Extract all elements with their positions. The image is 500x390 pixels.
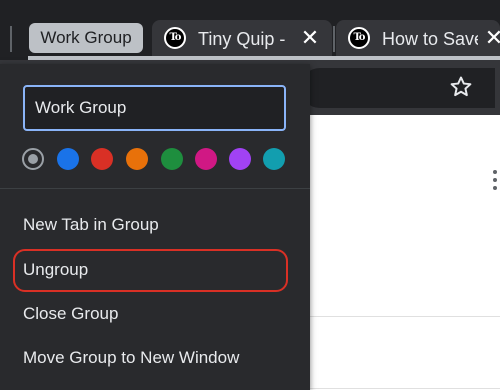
tab-strip: Work Group To Tiny Quip - ✕ To How to Sa… xyxy=(0,0,500,60)
tab-tiny-quip[interactable]: To Tiny Quip - ✕ xyxy=(152,20,332,58)
highlight-annotation xyxy=(13,249,288,292)
tab-group-chip[interactable]: Work Group xyxy=(29,23,143,53)
more-options-icon[interactable] xyxy=(493,170,499,192)
tab-separator xyxy=(10,26,12,52)
move-group-to-new-window-button[interactable]: Move Group to New Window xyxy=(0,338,310,378)
tab-title: Tiny Quip - xyxy=(198,29,286,49)
menu-item-label: Close Group xyxy=(23,304,119,323)
page-divider xyxy=(310,316,500,317)
tab-title: How to Save xyxy=(382,29,478,49)
menu-item-label: Move Group to New Window xyxy=(23,348,240,367)
site-favicon-icon: To xyxy=(164,27,186,49)
close-icon[interactable]: ✕ xyxy=(298,25,322,51)
menu-item-label: New Tab in Group xyxy=(23,215,159,234)
tab-separator xyxy=(333,26,335,52)
close-icon[interactable]: ✕ xyxy=(482,25,500,51)
menu-divider xyxy=(0,188,310,189)
color-swatch-blue[interactable] xyxy=(57,148,79,170)
color-picker xyxy=(22,148,292,172)
page-divider xyxy=(310,388,500,389)
tab-group-editor: Work Group New Tab in Group Ungroup Clos… xyxy=(0,64,310,390)
color-swatch-purple[interactable] xyxy=(229,148,251,170)
new-tab-in-group-button[interactable]: New Tab in Group xyxy=(0,205,310,245)
color-swatch-pink[interactable] xyxy=(195,148,217,170)
close-group-button[interactable]: Close Group xyxy=(0,294,310,334)
color-swatch-grey[interactable] xyxy=(22,148,44,170)
color-swatch-green[interactable] xyxy=(161,148,183,170)
color-swatch-orange[interactable] xyxy=(126,148,148,170)
tab-how-to-save[interactable]: To How to Save ✕ xyxy=(336,20,500,58)
star-icon[interactable] xyxy=(448,74,474,100)
color-swatch-cyan[interactable] xyxy=(263,148,285,170)
site-favicon-icon: To xyxy=(348,27,370,49)
group-name-input[interactable]: Work Group xyxy=(23,85,286,131)
color-swatch-red[interactable] xyxy=(91,148,113,170)
selected-indicator xyxy=(28,154,38,164)
